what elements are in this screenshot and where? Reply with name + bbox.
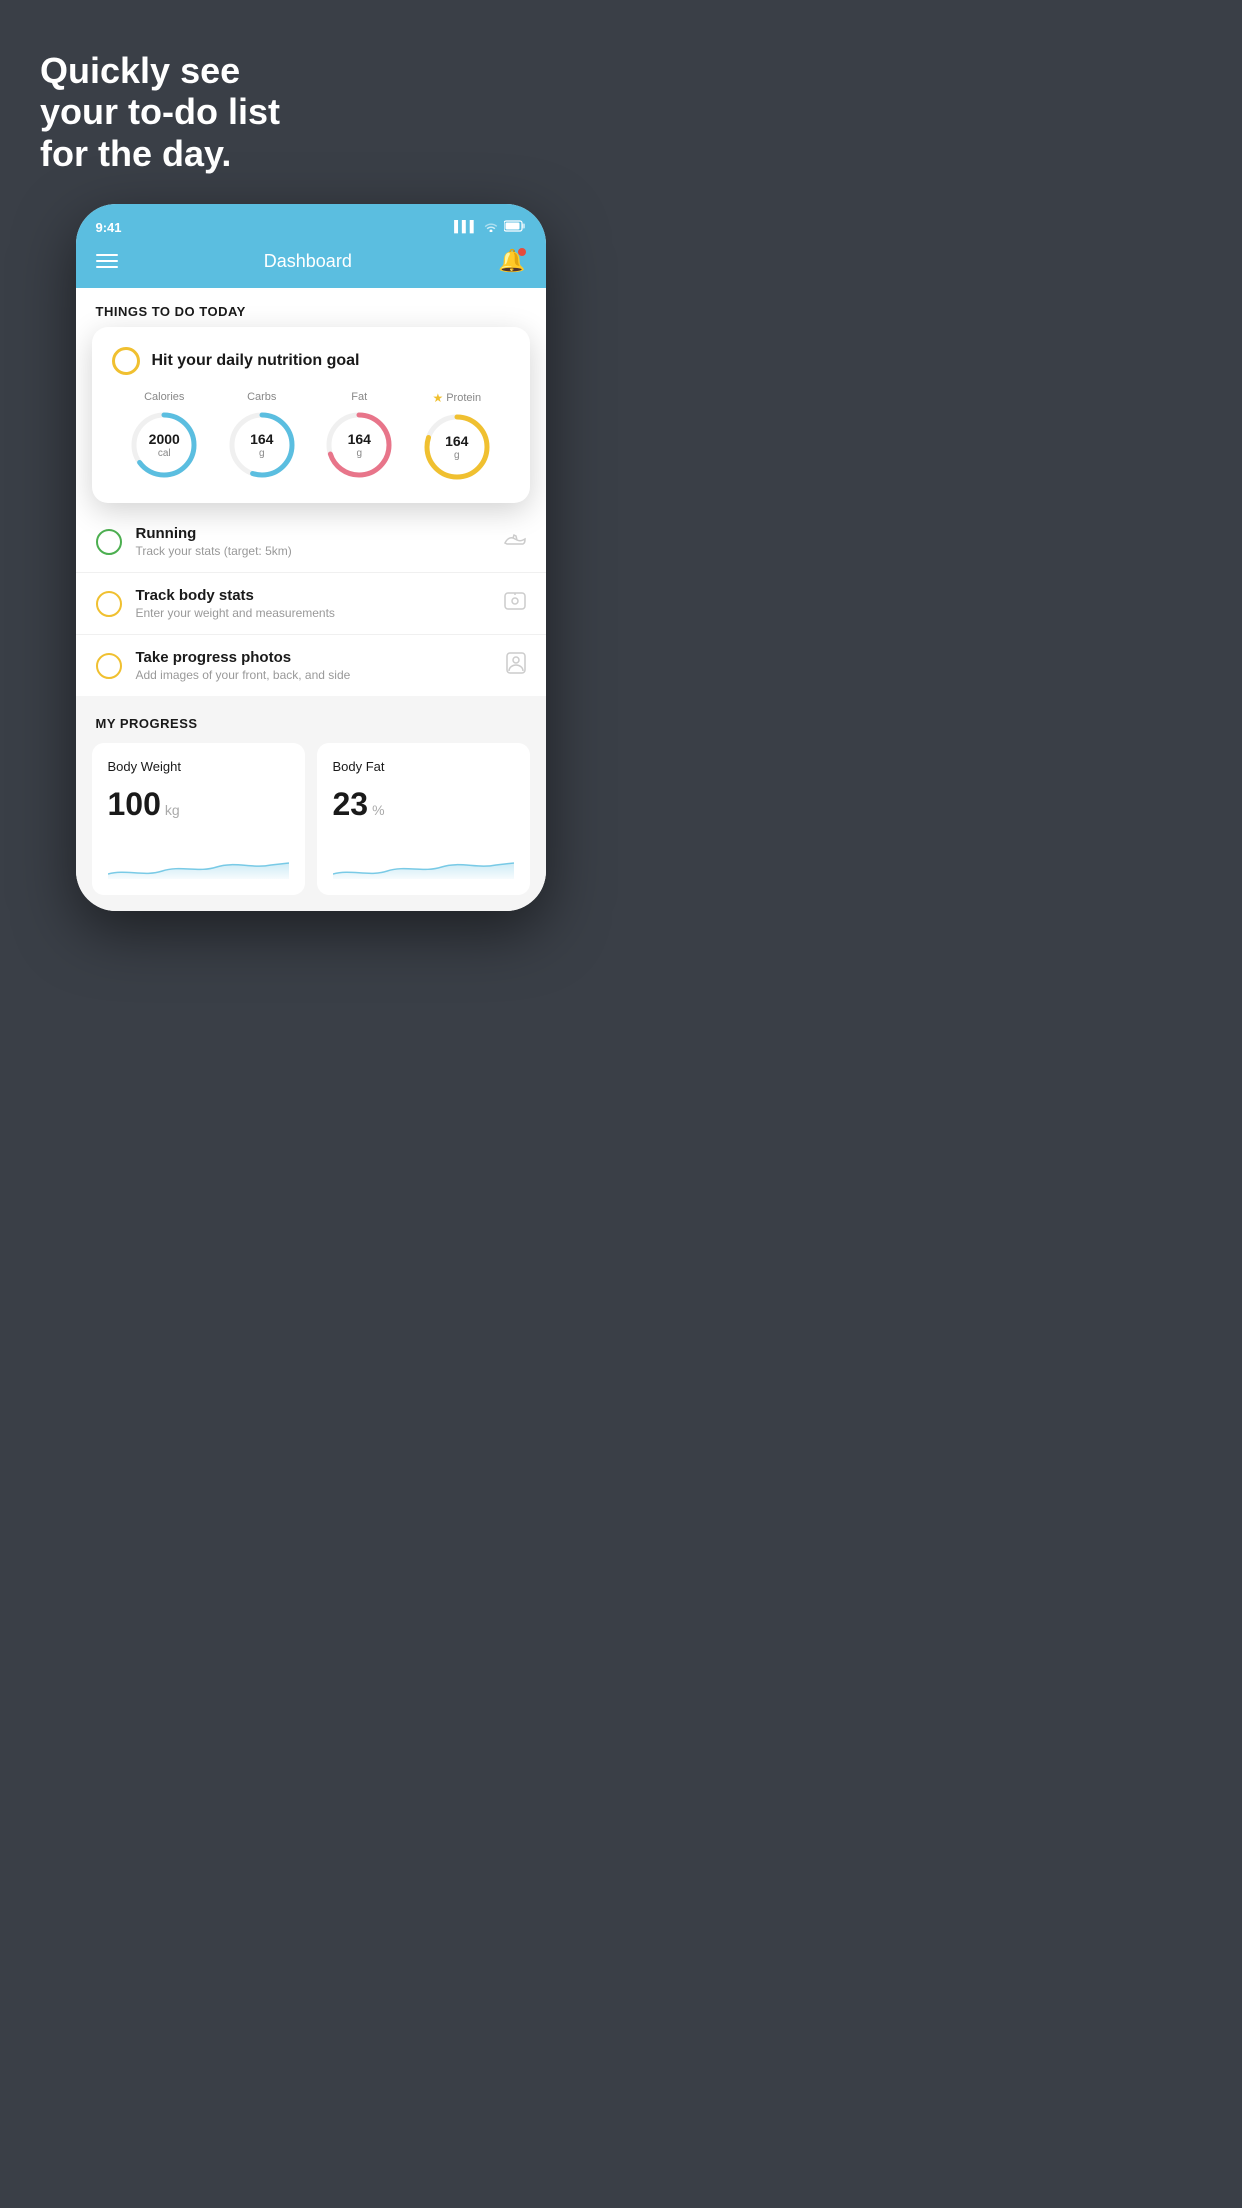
ring-value: 164 bbox=[445, 434, 468, 449]
todo-list: Running Track your stats (target: 5km) T… bbox=[76, 511, 546, 696]
nutrition-item: Calories 2000 cal bbox=[128, 391, 200, 481]
status-bar: 9:41 ▌▌▌ bbox=[76, 204, 546, 240]
nutrition-label: Fat bbox=[351, 391, 367, 403]
wifi-icon bbox=[483, 220, 499, 235]
ring-container: 164 g bbox=[226, 409, 298, 481]
progress-chart bbox=[333, 839, 514, 879]
todo-label: Take progress photos bbox=[136, 649, 492, 666]
ring-unit: cal bbox=[149, 447, 180, 458]
status-time: 9:41 bbox=[96, 220, 122, 235]
signal-icon: ▌▌▌ bbox=[454, 221, 477, 233]
progress-value-row: 100 kg bbox=[108, 786, 289, 823]
progress-section-title: MY PROGRESS bbox=[92, 716, 530, 731]
headline: Quickly see your to-do list for the day. bbox=[40, 50, 581, 174]
phone-mockup: 9:41 ▌▌▌ bbox=[76, 204, 546, 911]
progress-value: 100 bbox=[108, 786, 161, 823]
ring-value: 164 bbox=[348, 432, 371, 447]
progress-card-title: Body Weight bbox=[108, 759, 289, 774]
status-icons: ▌▌▌ bbox=[454, 220, 525, 235]
progress-unit: kg bbox=[165, 802, 180, 818]
nutrition-item: ★ Protein 164 g bbox=[421, 391, 493, 483]
progress-card: Body Fat 23 % bbox=[317, 743, 530, 895]
nutrition-label: Calories bbox=[144, 391, 184, 403]
progress-section: MY PROGRESS Body Weight 100 kg Body Fat bbox=[76, 696, 546, 911]
todo-item[interactable]: Running Track your stats (target: 5km) bbox=[76, 511, 546, 573]
todo-radio[interactable] bbox=[96, 591, 122, 617]
nutrition-row: Calories 2000 cal Carbs bbox=[112, 391, 510, 483]
todo-label: Running bbox=[136, 525, 490, 542]
todo-text-block: Track body stats Enter your weight and m… bbox=[136, 587, 490, 620]
things-today-header: THINGS TO DO TODAY bbox=[76, 288, 546, 329]
todo-text-block: Running Track your stats (target: 5km) bbox=[136, 525, 490, 558]
scale-icon bbox=[504, 591, 526, 616]
ring-container: 164 g bbox=[323, 409, 395, 481]
todo-radio[interactable] bbox=[96, 529, 122, 555]
ring-text: 164 g bbox=[348, 432, 371, 458]
progress-value: 23 bbox=[333, 786, 369, 823]
progress-cards-row: Body Weight 100 kg Body Fat 23 % bbox=[92, 743, 530, 895]
nutrition-card: Hit your daily nutrition goal Calories 2… bbox=[92, 327, 530, 503]
notification-dot bbox=[518, 248, 526, 256]
nutrition-goal-radio[interactable] bbox=[112, 347, 140, 375]
nutrition-item: Fat 164 g bbox=[323, 391, 395, 481]
hamburger-menu-icon[interactable] bbox=[96, 254, 118, 268]
nutrition-goal-label: Hit your daily nutrition goal bbox=[152, 352, 360, 370]
ring-unit: g bbox=[348, 447, 371, 458]
shoe-icon bbox=[504, 531, 526, 552]
ring-text: 164 g bbox=[445, 434, 468, 460]
ring-value: 164 bbox=[250, 432, 273, 447]
nav-bar: Dashboard 🔔 bbox=[76, 240, 546, 288]
progress-card: Body Weight 100 kg bbox=[92, 743, 305, 895]
todo-label: Track body stats bbox=[136, 587, 490, 604]
notification-bell-icon[interactable]: 🔔 bbox=[498, 248, 525, 274]
things-today-title: THINGS TO DO TODAY bbox=[96, 304, 526, 319]
ring-container: 2000 cal bbox=[128, 409, 200, 481]
portrait-icon bbox=[506, 652, 526, 679]
nav-title: Dashboard bbox=[264, 251, 352, 272]
todo-item[interactable]: Take progress photos Add images of your … bbox=[76, 635, 546, 696]
todo-item[interactable]: Track body stats Enter your weight and m… bbox=[76, 573, 546, 635]
todo-sublabel: Enter your weight and measurements bbox=[136, 606, 490, 620]
ring-value: 2000 bbox=[149, 432, 180, 447]
todo-sublabel: Track your stats (target: 5km) bbox=[136, 544, 490, 558]
battery-icon bbox=[504, 220, 526, 235]
ring-text: 2000 cal bbox=[149, 432, 180, 458]
star-icon: ★ bbox=[432, 391, 443, 405]
progress-value-row: 23 % bbox=[333, 786, 514, 823]
progress-chart bbox=[108, 839, 289, 879]
ring-container: 164 g bbox=[421, 411, 493, 483]
nutrition-item: Carbs 164 g bbox=[226, 391, 298, 481]
ring-unit: g bbox=[445, 449, 468, 460]
progress-card-title: Body Fat bbox=[333, 759, 514, 774]
progress-unit: % bbox=[372, 802, 384, 818]
page-header: Quickly see your to-do list for the day. bbox=[0, 0, 621, 204]
nutrition-label: Carbs bbox=[247, 391, 276, 403]
todo-sublabel: Add images of your front, back, and side bbox=[136, 668, 492, 682]
todo-text-block: Take progress photos Add images of your … bbox=[136, 649, 492, 682]
todo-radio[interactable] bbox=[96, 653, 122, 679]
ring-unit: g bbox=[250, 447, 273, 458]
ring-text: 164 g bbox=[250, 432, 273, 458]
nutrition-label: ★ Protein bbox=[432, 391, 481, 405]
